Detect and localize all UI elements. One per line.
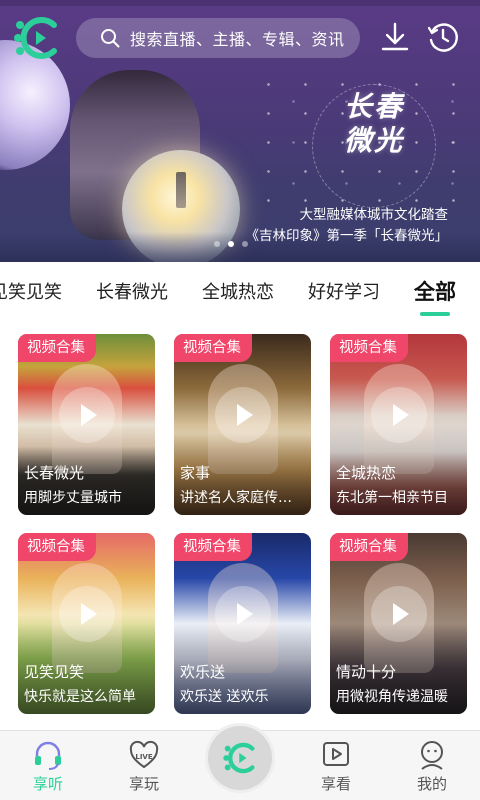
globe-tower-graphic [176, 172, 186, 208]
collection-card[interactable]: 视频合集 长春微光 用脚步丈量城市 [18, 334, 155, 515]
play-icon[interactable] [58, 386, 115, 443]
card-description: 东北第一相亲节目 [336, 490, 448, 506]
collection-card[interactable]: 视频合集 家事 讲述名人家庭传… [174, 334, 311, 515]
calligraphy-circle [312, 84, 436, 208]
play-icon[interactable] [214, 585, 271, 642]
banner-caption-line-1: 大型融媒体城市文化踏查 [299, 207, 449, 223]
play-icon[interactable] [58, 585, 115, 642]
app-logo-icon [223, 742, 255, 774]
video-collection-grid: 视频合集 长春微光 用脚步丈量城市 视频合集 家事 讲述名人家庭传… 视频合集 … [18, 334, 468, 714]
banner-dot-active[interactable] [228, 241, 234, 247]
nav-center-button[interactable] [208, 726, 272, 790]
nav-item-play[interactable]: LIVE 享玩 [114, 739, 174, 794]
video-play-icon [323, 742, 349, 766]
collection-badge: 视频合集 [330, 533, 408, 561]
collection-badge: 视频合集 [330, 334, 408, 362]
nav-label-listen: 享听 [32, 775, 63, 793]
history-button[interactable] [426, 20, 460, 54]
card-description: 用微视角传递温暖 [336, 689, 448, 705]
history-clock-icon [427, 23, 458, 52]
nav-item-watch[interactable]: 享看 [306, 739, 366, 794]
collection-badge: 视频合集 [18, 533, 96, 561]
nav-label-mine: 我的 [416, 775, 447, 793]
collection-badge: 视频合集 [174, 334, 252, 362]
status-bar [0, 0, 480, 6]
search-placeholder: 搜索直播、主播、专辑、资讯 [130, 30, 345, 49]
tab-quancheng[interactable]: 全城热恋 [202, 278, 274, 304]
card-title: 见笑见笑 [24, 663, 85, 681]
play-icon[interactable] [370, 386, 427, 443]
card-description: 讲述名人家庭传… [180, 490, 292, 506]
collection-card[interactable]: 视频合集 全城热恋 东北第一相亲节目 [330, 334, 467, 515]
card-title: 家事 [180, 464, 211, 482]
heart-live-icon: LIVE [129, 740, 159, 769]
search-bar[interactable]: 搜索直播、主播、专辑、资讯 [76, 18, 360, 58]
card-title: 长春微光 [24, 464, 85, 482]
card-description: 快乐就是这么简单 [24, 689, 136, 705]
nav-item-mine[interactable]: 我的 [402, 739, 462, 794]
nav-label-play: 享玩 [128, 775, 159, 793]
play-icon[interactable] [214, 386, 271, 443]
nav-item-listen[interactable]: 享听 [18, 739, 78, 794]
collection-badge: 视频合集 [18, 334, 96, 362]
play-icon[interactable] [370, 585, 427, 642]
collection-badge: 视频合集 [174, 533, 252, 561]
banner-dot[interactable] [242, 241, 248, 247]
tab-jianxiao[interactable]: 见笑见笑 [0, 278, 62, 304]
card-description: 欢乐送 送欢乐 [180, 689, 269, 705]
download-icon [381, 22, 409, 51]
download-button[interactable] [378, 20, 412, 54]
card-title: 欢乐送 [180, 663, 226, 681]
tab-changchun[interactable]: 长春微光 [96, 278, 168, 304]
category-tabs: 见笑见笑 长春微光 全城热恋 好好学习 全部 [0, 266, 480, 316]
tab-all[interactable]: 全部 [414, 276, 456, 316]
svg-text:LIVE: LIVE [135, 753, 152, 761]
banner-caption: 大型融媒体城市文化踏查 《吉林印象》第一季「长春微光」 [246, 205, 449, 247]
collection-card[interactable]: 视频合集 见笑见笑 快乐就是这么简单 [18, 533, 155, 714]
tab-xuexi[interactable]: 好好学习 [308, 278, 380, 304]
banner-calligraphy: 长春 微光 [304, 84, 444, 208]
collection-card[interactable]: 视频合集 欢乐送 欢乐送 送欢乐 [174, 533, 311, 714]
app-logo-icon[interactable] [14, 16, 60, 60]
nav-label-watch: 享看 [320, 775, 351, 793]
card-title: 全城热恋 [336, 464, 397, 482]
banner-pagination [214, 241, 248, 247]
card-description: 用脚步丈量城市 [24, 490, 122, 506]
profile-icon [421, 741, 443, 770]
collection-card[interactable]: 视频合集 情动十分 用微视角传递温暖 [330, 533, 467, 714]
headset-icon [35, 741, 61, 770]
banner-caption-line-2: 《吉林印象》第一季「长春微光」 [245, 228, 449, 244]
search-icon [101, 29, 120, 48]
card-title: 情动十分 [336, 663, 397, 681]
banner-dot[interactable] [214, 241, 220, 247]
